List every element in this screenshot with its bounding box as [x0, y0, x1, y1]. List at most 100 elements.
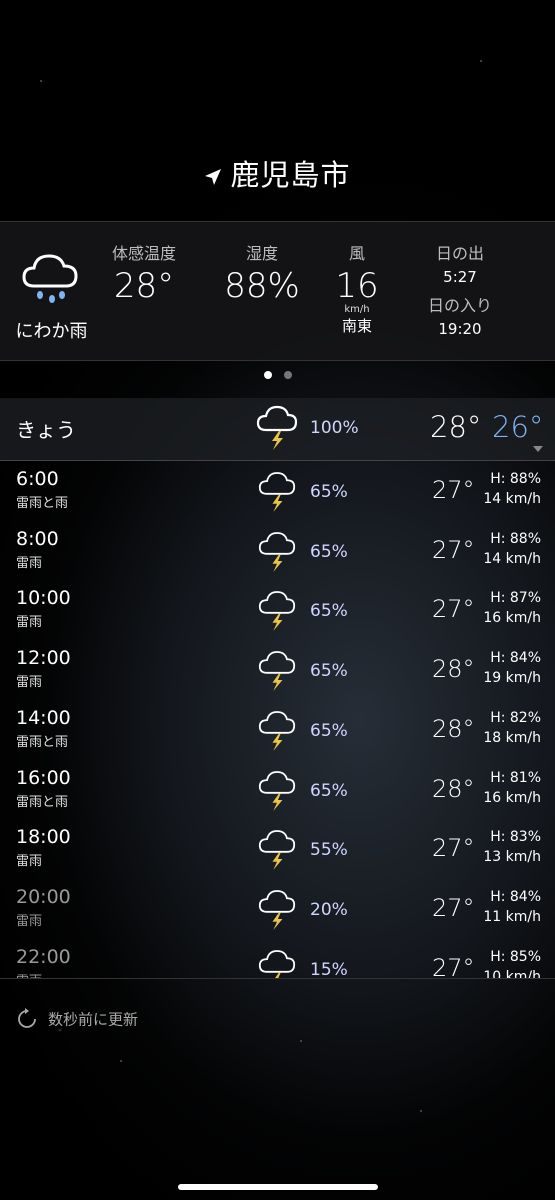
hour-temp: 27° [432, 595, 475, 624]
hour-condition: 雷雨 [16, 970, 42, 978]
home-indicator[interactable] [178, 1184, 378, 1190]
refresh-icon[interactable] [16, 1008, 38, 1030]
star [40, 80, 42, 82]
hour-wind: 14 km/h [483, 550, 541, 567]
sunset-label: 日の入り [427, 296, 492, 315]
hour-precip: 65% [310, 541, 348, 562]
wind-label: 風 [348, 244, 365, 263]
hourly-row[interactable]: 22:00 雷雨 15% 27° H: 85% 10 km/h [0, 940, 555, 978]
thunderstorm-icon [258, 710, 296, 751]
wind-direction: 南東 [341, 317, 372, 335]
wind-value: 16 [335, 266, 379, 306]
star [300, 1040, 302, 1042]
hour-wind: 16 km/h [483, 610, 541, 627]
hour-time: 12:00 [16, 647, 71, 670]
current-conditions-panel[interactable]: にわか雨 体感温度 28° 湿度 88% 風 16 km/h 南東 日の出 5:… [0, 221, 555, 361]
hour-wind: 14 km/h [483, 491, 541, 507]
hour-humidity: H: 82% [490, 709, 541, 726]
hourly-row[interactable]: 14:00 雷雨と雨 65% 28° H: 82% 18 km/h [0, 701, 555, 761]
hour-condition: 雷雨と雨 [16, 794, 69, 810]
hour-condition: 雷雨 [16, 854, 43, 870]
hour-humidity: H: 83% [490, 829, 541, 846]
hour-time: 22:00 [16, 945, 71, 968]
today-label: きょう [16, 418, 76, 442]
thunderstorm-icon [258, 889, 296, 930]
hour-humidity: H: 84% [490, 650, 541, 667]
today-summary-row[interactable]: きょう 100% 28° 26° [0, 398, 555, 461]
today-low: 26° [492, 410, 544, 444]
humidity-label: 湿度 [245, 244, 278, 263]
wind-unit: km/h [344, 304, 370, 315]
hour-wind: 13 km/h [483, 849, 541, 866]
thunderstorm-icon [258, 830, 296, 871]
hour-temp: 28° [432, 714, 475, 743]
location-name: 鹿児島市 [230, 158, 351, 192]
expand-caret-icon[interactable] [533, 446, 543, 452]
hour-humidity: H: 87% [490, 590, 541, 607]
hour-precip: 15% [310, 959, 348, 978]
hour-time: 14:00 [16, 706, 71, 729]
hour-condition: 雷雨 [16, 615, 43, 631]
star [120, 1060, 122, 1062]
today-precip: 100% [310, 418, 359, 438]
hour-precip: 65% [310, 780, 348, 801]
hour-condition: 雷雨 [16, 913, 43, 929]
hour-condition: 雷雨 [16, 675, 43, 691]
hour-condition: 雷雨 [16, 555, 43, 571]
hour-humidity: H: 84% [490, 888, 541, 905]
hourly-row[interactable]: 20:00 雷雨 20% 27° H: 84% 11 km/h [0, 880, 555, 940]
hour-wind: 18 km/h [483, 729, 541, 746]
current-condition: にわか雨 [15, 321, 88, 342]
thunderstorm-icon [258, 949, 296, 978]
page-indicator[interactable] [0, 364, 555, 383]
sunset-value: 19:20 [438, 320, 482, 338]
hour-humidity: H: 88% [490, 471, 541, 487]
location-header[interactable]: 鹿児島市 [0, 152, 555, 194]
page-dot[interactable] [283, 371, 292, 379]
hour-wind: 11 km/h [483, 908, 541, 925]
hour-time: 16:00 [16, 766, 71, 789]
hour-precip: 65% [310, 661, 348, 682]
today-high: 28° [430, 410, 482, 444]
page-dot-active[interactable] [263, 371, 272, 379]
feels-like-value: 28° [113, 266, 175, 306]
hourly-row[interactable]: 18:00 雷雨 55% 27° H: 83% 13 km/h [0, 820, 555, 880]
feels-like-label: 体感温度 [111, 244, 176, 263]
updated-text: 数秒前に更新 [48, 1010, 139, 1029]
hour-time: 8:00 [16, 527, 59, 550]
hour-humidity: H: 81% [490, 769, 541, 786]
hour-humidity: H: 85% [490, 948, 541, 965]
sunrise-value: 5:27 [443, 268, 477, 286]
rain-cloud-icon [22, 254, 78, 303]
hour-temp: 27° [432, 953, 475, 978]
humidity-value: 88% [224, 266, 300, 306]
thunderstorm-icon [258, 651, 296, 691]
hour-temp: 27° [432, 893, 475, 922]
hourly-row[interactable]: 10:00 雷雨 65% 27° H: 87% 16 km/h [0, 581, 555, 641]
hour-temp: 27° [432, 834, 475, 863]
hourly-row[interactable]: 8:00 雷雨 65% 27° H: 88% 14 km/h [0, 522, 555, 582]
hour-time: 20:00 [16, 885, 71, 908]
hour-time: 10:00 [16, 587, 71, 610]
thunderstorm-icon [256, 405, 298, 450]
thunderstorm-icon [258, 770, 296, 811]
hourly-row[interactable]: 16:00 雷雨と雨 65% 28° H: 81% 16 km/h [0, 761, 555, 821]
star [420, 1110, 422, 1112]
hour-temp: 28° [432, 774, 475, 803]
hour-wind: 10 km/h [483, 968, 541, 978]
refresh-status[interactable]: 数秒前に更新 [16, 1008, 138, 1030]
hourly-row[interactable]: 12:00 雷雨 65% 28° H: 84% 19 km/h [0, 641, 555, 701]
thunderstorm-icon [258, 472, 296, 512]
hourly-forecast-list[interactable]: 6:00 雷雨と雨 65% 27° H: 88% 14 km/h 8:00 雷雨 65% 27° H… [0, 462, 555, 978]
hour-wind: 16 km/h [483, 789, 541, 806]
hourly-row[interactable]: 6:00 雷雨と雨 65% 27° H: 88% 14 km/h [0, 462, 555, 522]
star [480, 60, 482, 62]
thunderstorm-icon [258, 591, 296, 632]
hour-precip: 55% [310, 840, 348, 861]
divider [0, 978, 555, 979]
hour-condition: 雷雨と雨 [16, 734, 69, 750]
hour-condition: 雷雨と雨 [16, 496, 69, 511]
hour-temp: 27° [432, 476, 475, 504]
hour-precip: 20% [310, 899, 348, 920]
thunderstorm-icon [258, 531, 296, 572]
